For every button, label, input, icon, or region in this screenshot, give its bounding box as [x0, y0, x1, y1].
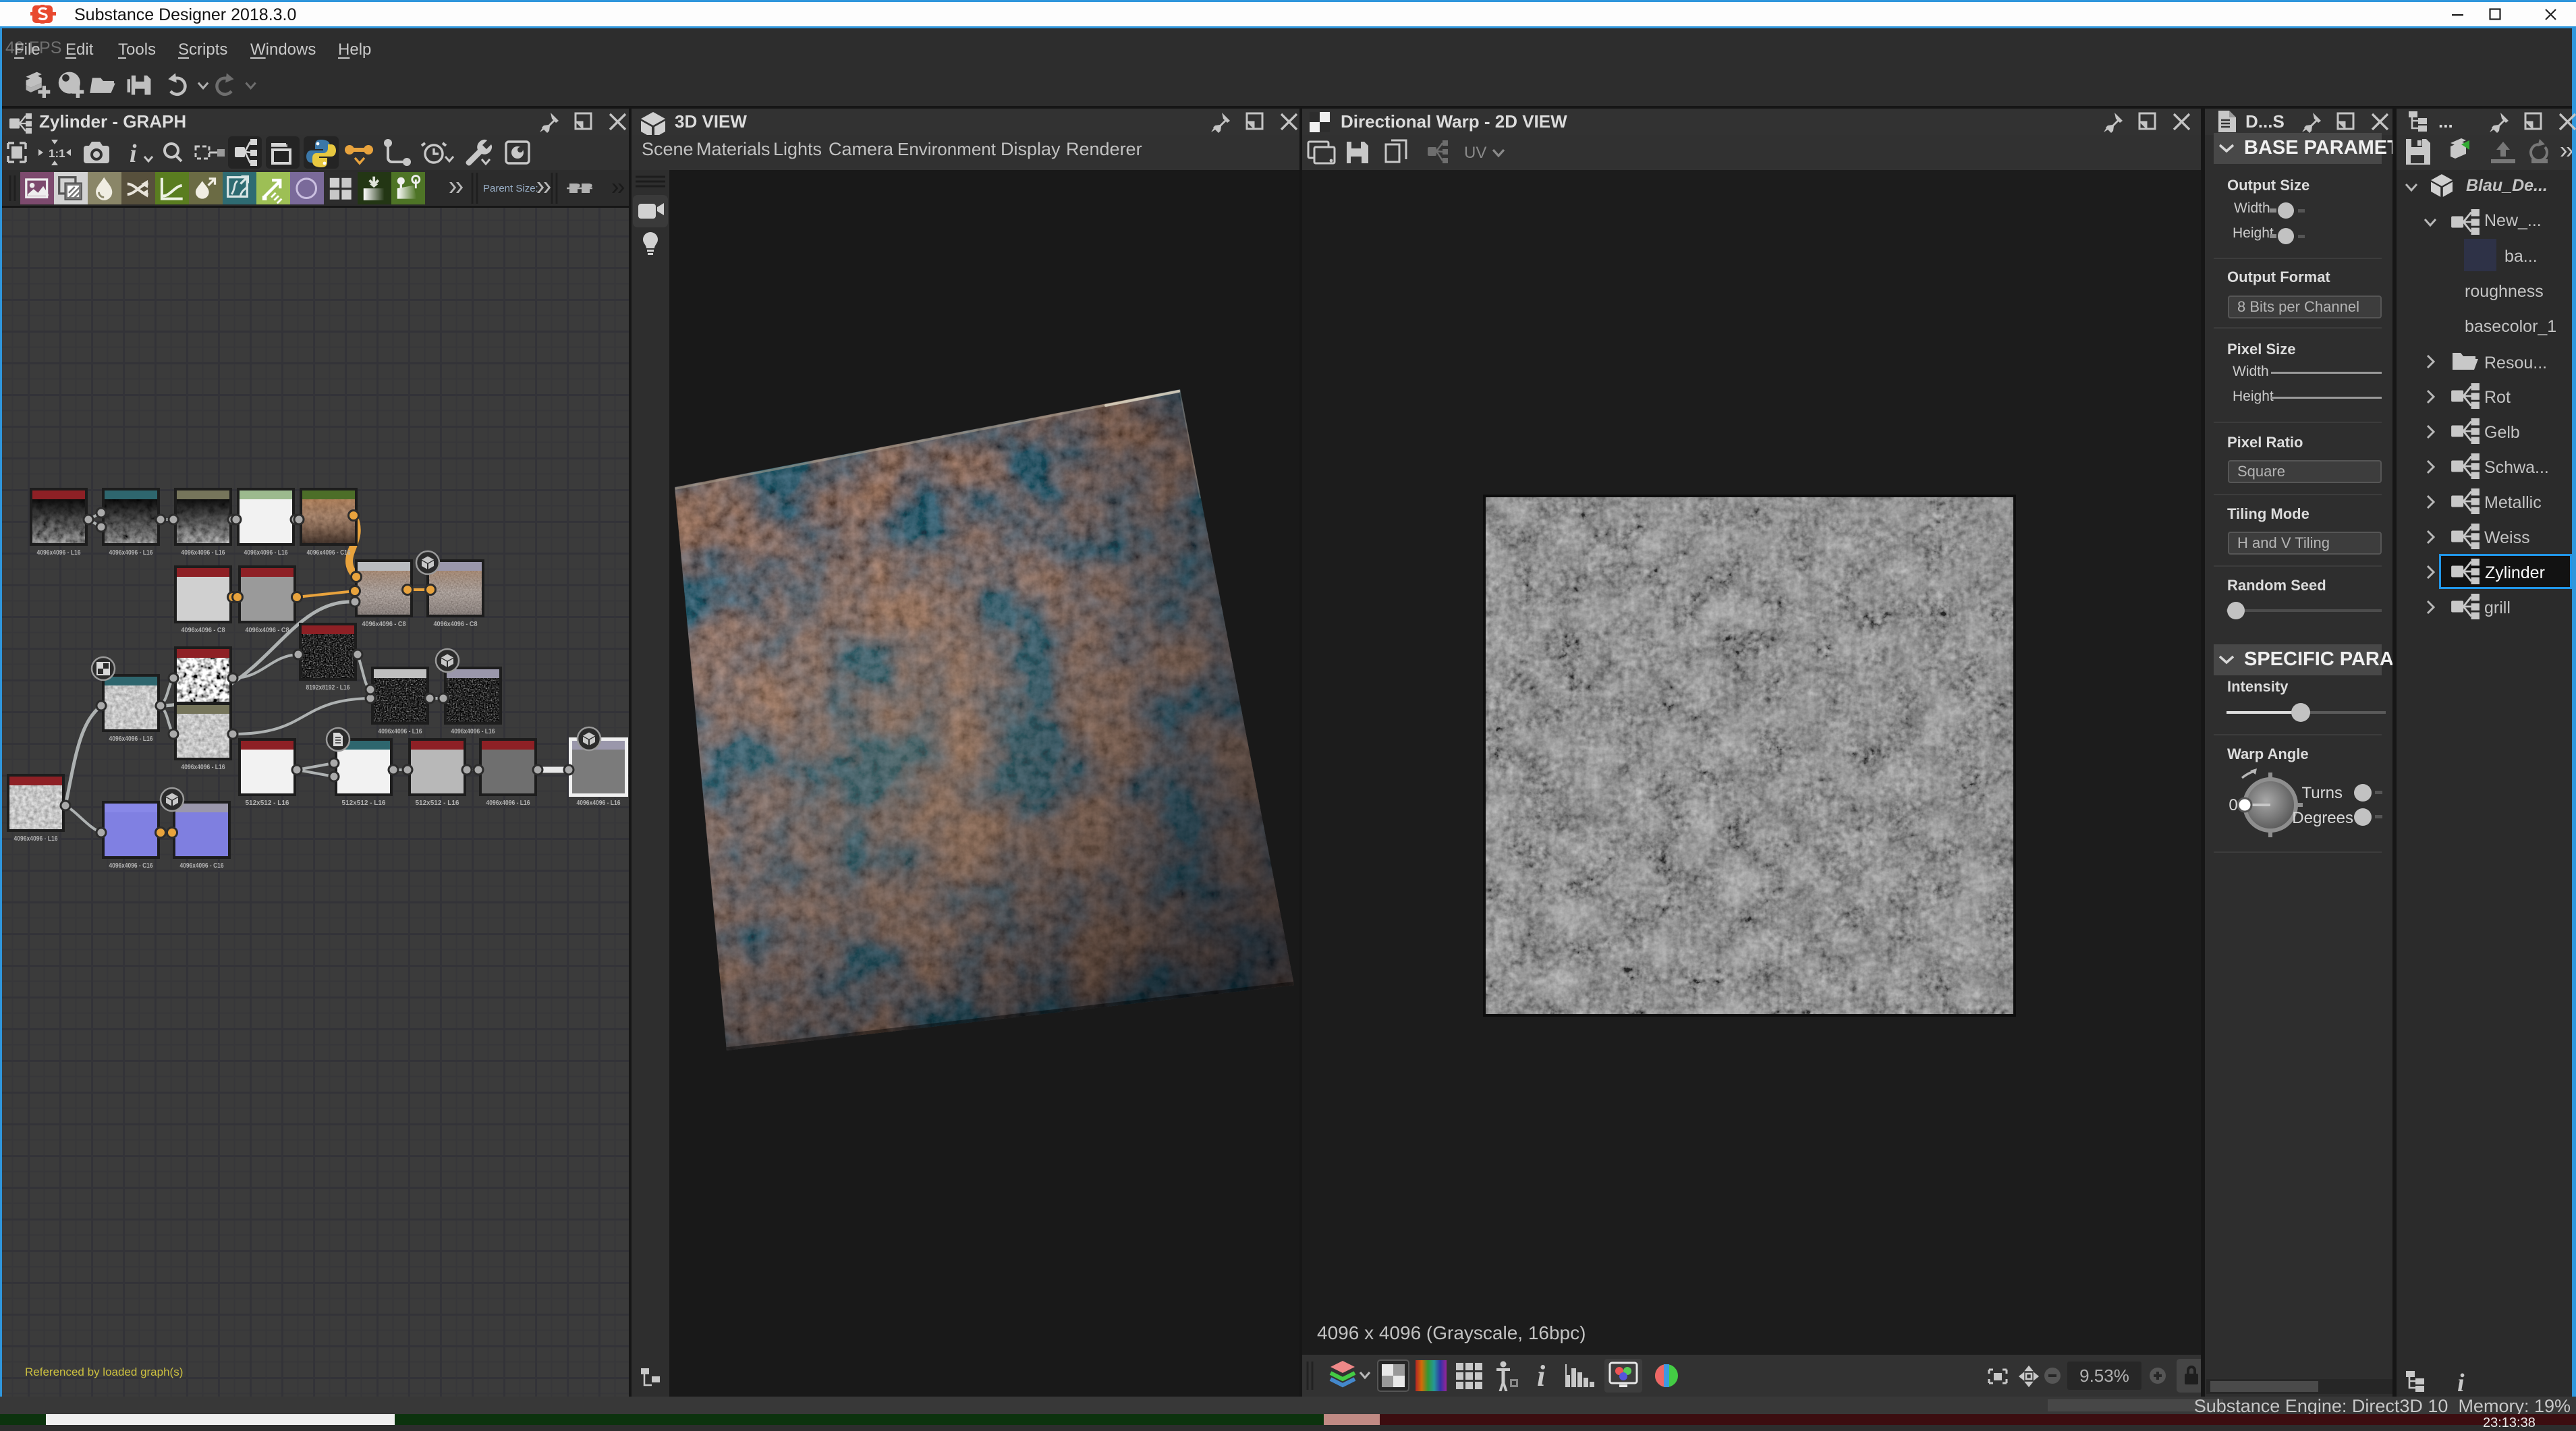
svg-text:4096x4096 - C8: 4096x4096 - C8: [181, 626, 225, 634]
svg-text:4096x4096 - C16: 4096x4096 - C16: [307, 549, 351, 557]
svg-text:4096x4096 - L16: 4096x4096 - L16: [379, 727, 422, 735]
svg-text:4096x4096 - C8: 4096x4096 - C8: [434, 620, 478, 628]
svg-text:4096x4096 - L16: 4096x4096 - L16: [14, 835, 58, 843]
svg-text:4096x4096 - L16: 4096x4096 - L16: [109, 735, 153, 743]
svg-text:4096x4096 - C16: 4096x4096 - C16: [109, 862, 153, 870]
svg-text:9.53%: 9.53%: [2079, 1366, 2129, 1386]
svg-text:4096x4096 - L16: 4096x4096 - L16: [577, 799, 621, 807]
svg-text:512x512 - L16: 512x512 - L16: [342, 799, 386, 807]
svg-text:4096x4096 - L16: 4096x4096 - L16: [181, 763, 225, 771]
svg-text:4096x4096 - L16: 4096x4096 - L16: [109, 549, 153, 557]
svg-text:512x512 - L16: 512x512 - L16: [416, 799, 459, 807]
svg-text:4096x4096 - C8: 4096x4096 - C8: [246, 626, 289, 634]
svg-text:UV: UV: [1464, 144, 1486, 162]
svg-text:i: i: [130, 140, 137, 168]
svg-text:Parent Size:: Parent Size:: [483, 183, 538, 194]
svg-text:i: i: [2457, 1370, 2465, 1394]
svg-text:4096x4096 - L16: 4096x4096 - L16: [486, 799, 530, 807]
svg-text:1:1: 1:1: [49, 147, 65, 160]
svg-text:i: i: [1537, 1359, 1546, 1393]
svg-text:4096x4096 - L16: 4096x4096 - L16: [451, 727, 495, 735]
svg-text:0: 0: [2229, 796, 2237, 814]
svg-text:4096x4096 - C16: 4096x4096 - C16: [180, 862, 224, 870]
svg-text:8192x8192 - L16: 8192x8192 - L16: [306, 683, 350, 692]
svg-text:Turns: Turns: [2302, 784, 2343, 802]
svg-text:512x512 - L16: 512x512 - L16: [246, 799, 289, 807]
svg-text:4096x4096 - L16: 4096x4096 - L16: [181, 549, 225, 557]
svg-text:4096x4096 - L16: 4096x4096 - L16: [244, 549, 288, 557]
svg-text:Degrees: Degrees: [2292, 809, 2353, 827]
svg-text:4096x4096 - C8: 4096x4096 - C8: [362, 620, 406, 628]
svg-text:4096x4096 - L16: 4096x4096 - L16: [37, 549, 81, 557]
